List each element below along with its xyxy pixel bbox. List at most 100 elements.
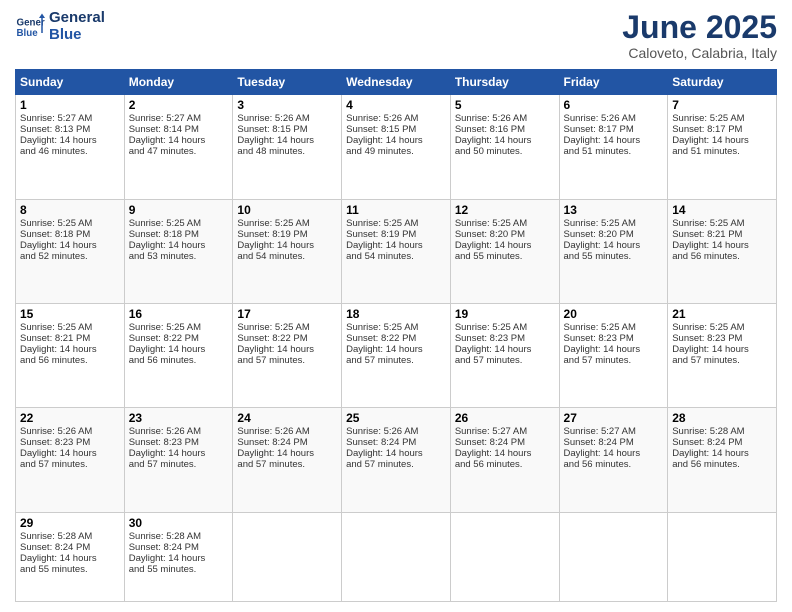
sunrise-line: Sunrise: 5:26 AM — [237, 426, 309, 437]
calendar-cell: 15 Sunrise: 5:25 AM Sunset: 8:21 PM Dayl… — [16, 304, 125, 408]
calendar-cell: 29 Sunrise: 5:28 AM Sunset: 8:24 PM Dayl… — [16, 512, 125, 601]
sunrise-line: Sunrise: 5:25 AM — [20, 218, 92, 229]
calendar-cell: 16 Sunrise: 5:25 AM Sunset: 8:22 PM Dayl… — [124, 304, 233, 408]
daylight-line2: and 51 minutes. — [564, 146, 632, 157]
daylight-line1: Daylight: 14 hours — [455, 448, 532, 459]
sunrise-line: Sunrise: 5:25 AM — [129, 322, 201, 333]
sunset-line: Sunset: 8:16 PM — [455, 124, 525, 135]
sunrise-line: Sunrise: 5:26 AM — [346, 426, 418, 437]
daylight-line2: and 56 minutes. — [129, 355, 197, 366]
sunset-line: Sunset: 8:21 PM — [672, 229, 742, 240]
calendar-subtitle: Caloveto, Calabria, Italy — [622, 45, 777, 61]
calendar-cell: 20 Sunrise: 5:25 AM Sunset: 8:23 PM Dayl… — [559, 304, 668, 408]
daylight-line2: and 50 minutes. — [455, 146, 523, 157]
sunset-line: Sunset: 8:22 PM — [129, 333, 199, 344]
day-number: 30 — [129, 516, 229, 530]
daylight-line2: and 46 minutes. — [20, 146, 88, 157]
day-number: 15 — [20, 307, 120, 321]
calendar-cell: 18 Sunrise: 5:25 AM Sunset: 8:22 PM Dayl… — [342, 304, 451, 408]
daylight-line1: Daylight: 14 hours — [672, 240, 749, 251]
calendar-cell: 3 Sunrise: 5:26 AM Sunset: 8:15 PM Dayli… — [233, 95, 342, 199]
daylight-line1: Daylight: 14 hours — [346, 135, 423, 146]
daylight-line1: Daylight: 14 hours — [672, 344, 749, 355]
calendar-week-row: 15 Sunrise: 5:25 AM Sunset: 8:21 PM Dayl… — [16, 304, 777, 408]
day-number: 13 — [564, 203, 664, 217]
daylight-line1: Daylight: 14 hours — [20, 553, 97, 564]
sunrise-line: Sunrise: 5:26 AM — [455, 113, 527, 124]
day-number: 29 — [20, 516, 120, 530]
day-number: 21 — [672, 307, 772, 321]
sunrise-line: Sunrise: 5:25 AM — [455, 322, 527, 333]
sunrise-line: Sunrise: 5:28 AM — [20, 531, 92, 542]
daylight-line1: Daylight: 14 hours — [672, 448, 749, 459]
daylight-line1: Daylight: 14 hours — [20, 448, 97, 459]
sunrise-line: Sunrise: 5:28 AM — [672, 426, 744, 437]
sunset-line: Sunset: 8:23 PM — [129, 437, 199, 448]
daylight-line1: Daylight: 14 hours — [564, 135, 641, 146]
daylight-line1: Daylight: 14 hours — [129, 240, 206, 251]
day-number: 26 — [455, 411, 555, 425]
day-number: 23 — [129, 411, 229, 425]
day-number: 10 — [237, 203, 337, 217]
sunrise-line: Sunrise: 5:26 AM — [129, 426, 201, 437]
calendar-cell: 5 Sunrise: 5:26 AM Sunset: 8:16 PM Dayli… — [450, 95, 559, 199]
calendar-cell: 6 Sunrise: 5:26 AM Sunset: 8:17 PM Dayli… — [559, 95, 668, 199]
col-sunday: Sunday — [16, 70, 125, 95]
sunrise-line: Sunrise: 5:27 AM — [455, 426, 527, 437]
sunrise-line: Sunrise: 5:25 AM — [237, 218, 309, 229]
sunrise-line: Sunrise: 5:27 AM — [129, 113, 201, 124]
day-number: 25 — [346, 411, 446, 425]
sunset-line: Sunset: 8:21 PM — [20, 333, 90, 344]
sunset-line: Sunset: 8:13 PM — [20, 124, 90, 135]
day-number: 22 — [20, 411, 120, 425]
daylight-line2: and 51 minutes. — [672, 146, 740, 157]
col-monday: Monday — [124, 70, 233, 95]
daylight-line2: and 55 minutes. — [564, 251, 632, 262]
daylight-line1: Daylight: 14 hours — [672, 135, 749, 146]
daylight-line1: Daylight: 14 hours — [455, 240, 532, 251]
calendar-cell: 22 Sunrise: 5:26 AM Sunset: 8:23 PM Dayl… — [16, 408, 125, 512]
day-number: 6 — [564, 98, 664, 112]
day-number: 20 — [564, 307, 664, 321]
calendar-week-row: 29 Sunrise: 5:28 AM Sunset: 8:24 PM Dayl… — [16, 512, 777, 601]
sunset-line: Sunset: 8:15 PM — [237, 124, 307, 135]
daylight-line2: and 57 minutes. — [455, 355, 523, 366]
day-number: 4 — [346, 98, 446, 112]
sunrise-line: Sunrise: 5:25 AM — [20, 322, 92, 333]
daylight-line1: Daylight: 14 hours — [346, 344, 423, 355]
daylight-line2: and 57 minutes. — [346, 459, 414, 470]
sunrise-line: Sunrise: 5:25 AM — [346, 322, 418, 333]
day-number: 28 — [672, 411, 772, 425]
page: General Blue General Blue June 2025 Calo… — [0, 0, 792, 612]
calendar-cell: 13 Sunrise: 5:25 AM Sunset: 8:20 PM Dayl… — [559, 199, 668, 303]
day-number: 18 — [346, 307, 446, 321]
sunrise-line: Sunrise: 5:25 AM — [129, 218, 201, 229]
day-number: 16 — [129, 307, 229, 321]
col-thursday: Thursday — [450, 70, 559, 95]
sunset-line: Sunset: 8:23 PM — [455, 333, 525, 344]
sunset-line: Sunset: 8:20 PM — [455, 229, 525, 240]
daylight-line1: Daylight: 14 hours — [564, 448, 641, 459]
sunrise-line: Sunrise: 5:25 AM — [564, 218, 636, 229]
calendar-cell: 14 Sunrise: 5:25 AM Sunset: 8:21 PM Dayl… — [668, 199, 777, 303]
day-number: 27 — [564, 411, 664, 425]
col-tuesday: Tuesday — [233, 70, 342, 95]
sunrise-line: Sunrise: 5:25 AM — [237, 322, 309, 333]
daylight-line1: Daylight: 14 hours — [564, 344, 641, 355]
daylight-line2: and 47 minutes. — [129, 146, 197, 157]
col-saturday: Saturday — [668, 70, 777, 95]
sunset-line: Sunset: 8:24 PM — [564, 437, 634, 448]
day-number: 3 — [237, 98, 337, 112]
daylight-line2: and 49 minutes. — [346, 146, 414, 157]
calendar-cell: 24 Sunrise: 5:26 AM Sunset: 8:24 PM Dayl… — [233, 408, 342, 512]
sunset-line: Sunset: 8:19 PM — [237, 229, 307, 240]
header: General Blue General Blue June 2025 Calo… — [15, 10, 777, 61]
header-row: Sunday Monday Tuesday Wednesday Thursday… — [16, 70, 777, 95]
sunset-line: Sunset: 8:22 PM — [346, 333, 416, 344]
day-number: 11 — [346, 203, 446, 217]
day-number: 14 — [672, 203, 772, 217]
day-number: 17 — [237, 307, 337, 321]
day-number: 24 — [237, 411, 337, 425]
day-number: 5 — [455, 98, 555, 112]
sunrise-line: Sunrise: 5:28 AM — [129, 531, 201, 542]
